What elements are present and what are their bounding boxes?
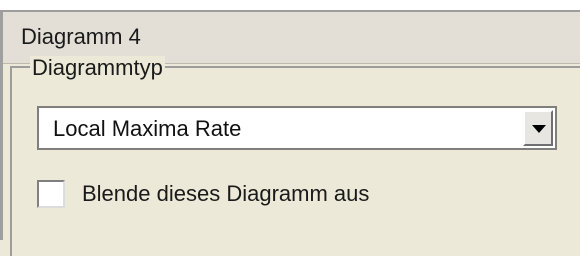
chart-type-select[interactable]: Local Maxima Rate — [37, 106, 557, 150]
dropdown-button[interactable] — [523, 110, 553, 146]
chart-type-groupbox — [10, 66, 580, 256]
hide-chart-checkbox[interactable] — [37, 180, 65, 208]
panel-title: Diagramm 4 — [21, 24, 141, 49]
top-strip — [0, 0, 580, 12]
groupbox-legend: Diagrammtyp — [30, 55, 165, 80]
hide-chart-label[interactable]: Blende dieses Diagramm aus — [82, 180, 369, 208]
chevron-down-icon — [532, 125, 546, 133]
chart-type-selected-value: Local Maxima Rate — [53, 116, 242, 141]
